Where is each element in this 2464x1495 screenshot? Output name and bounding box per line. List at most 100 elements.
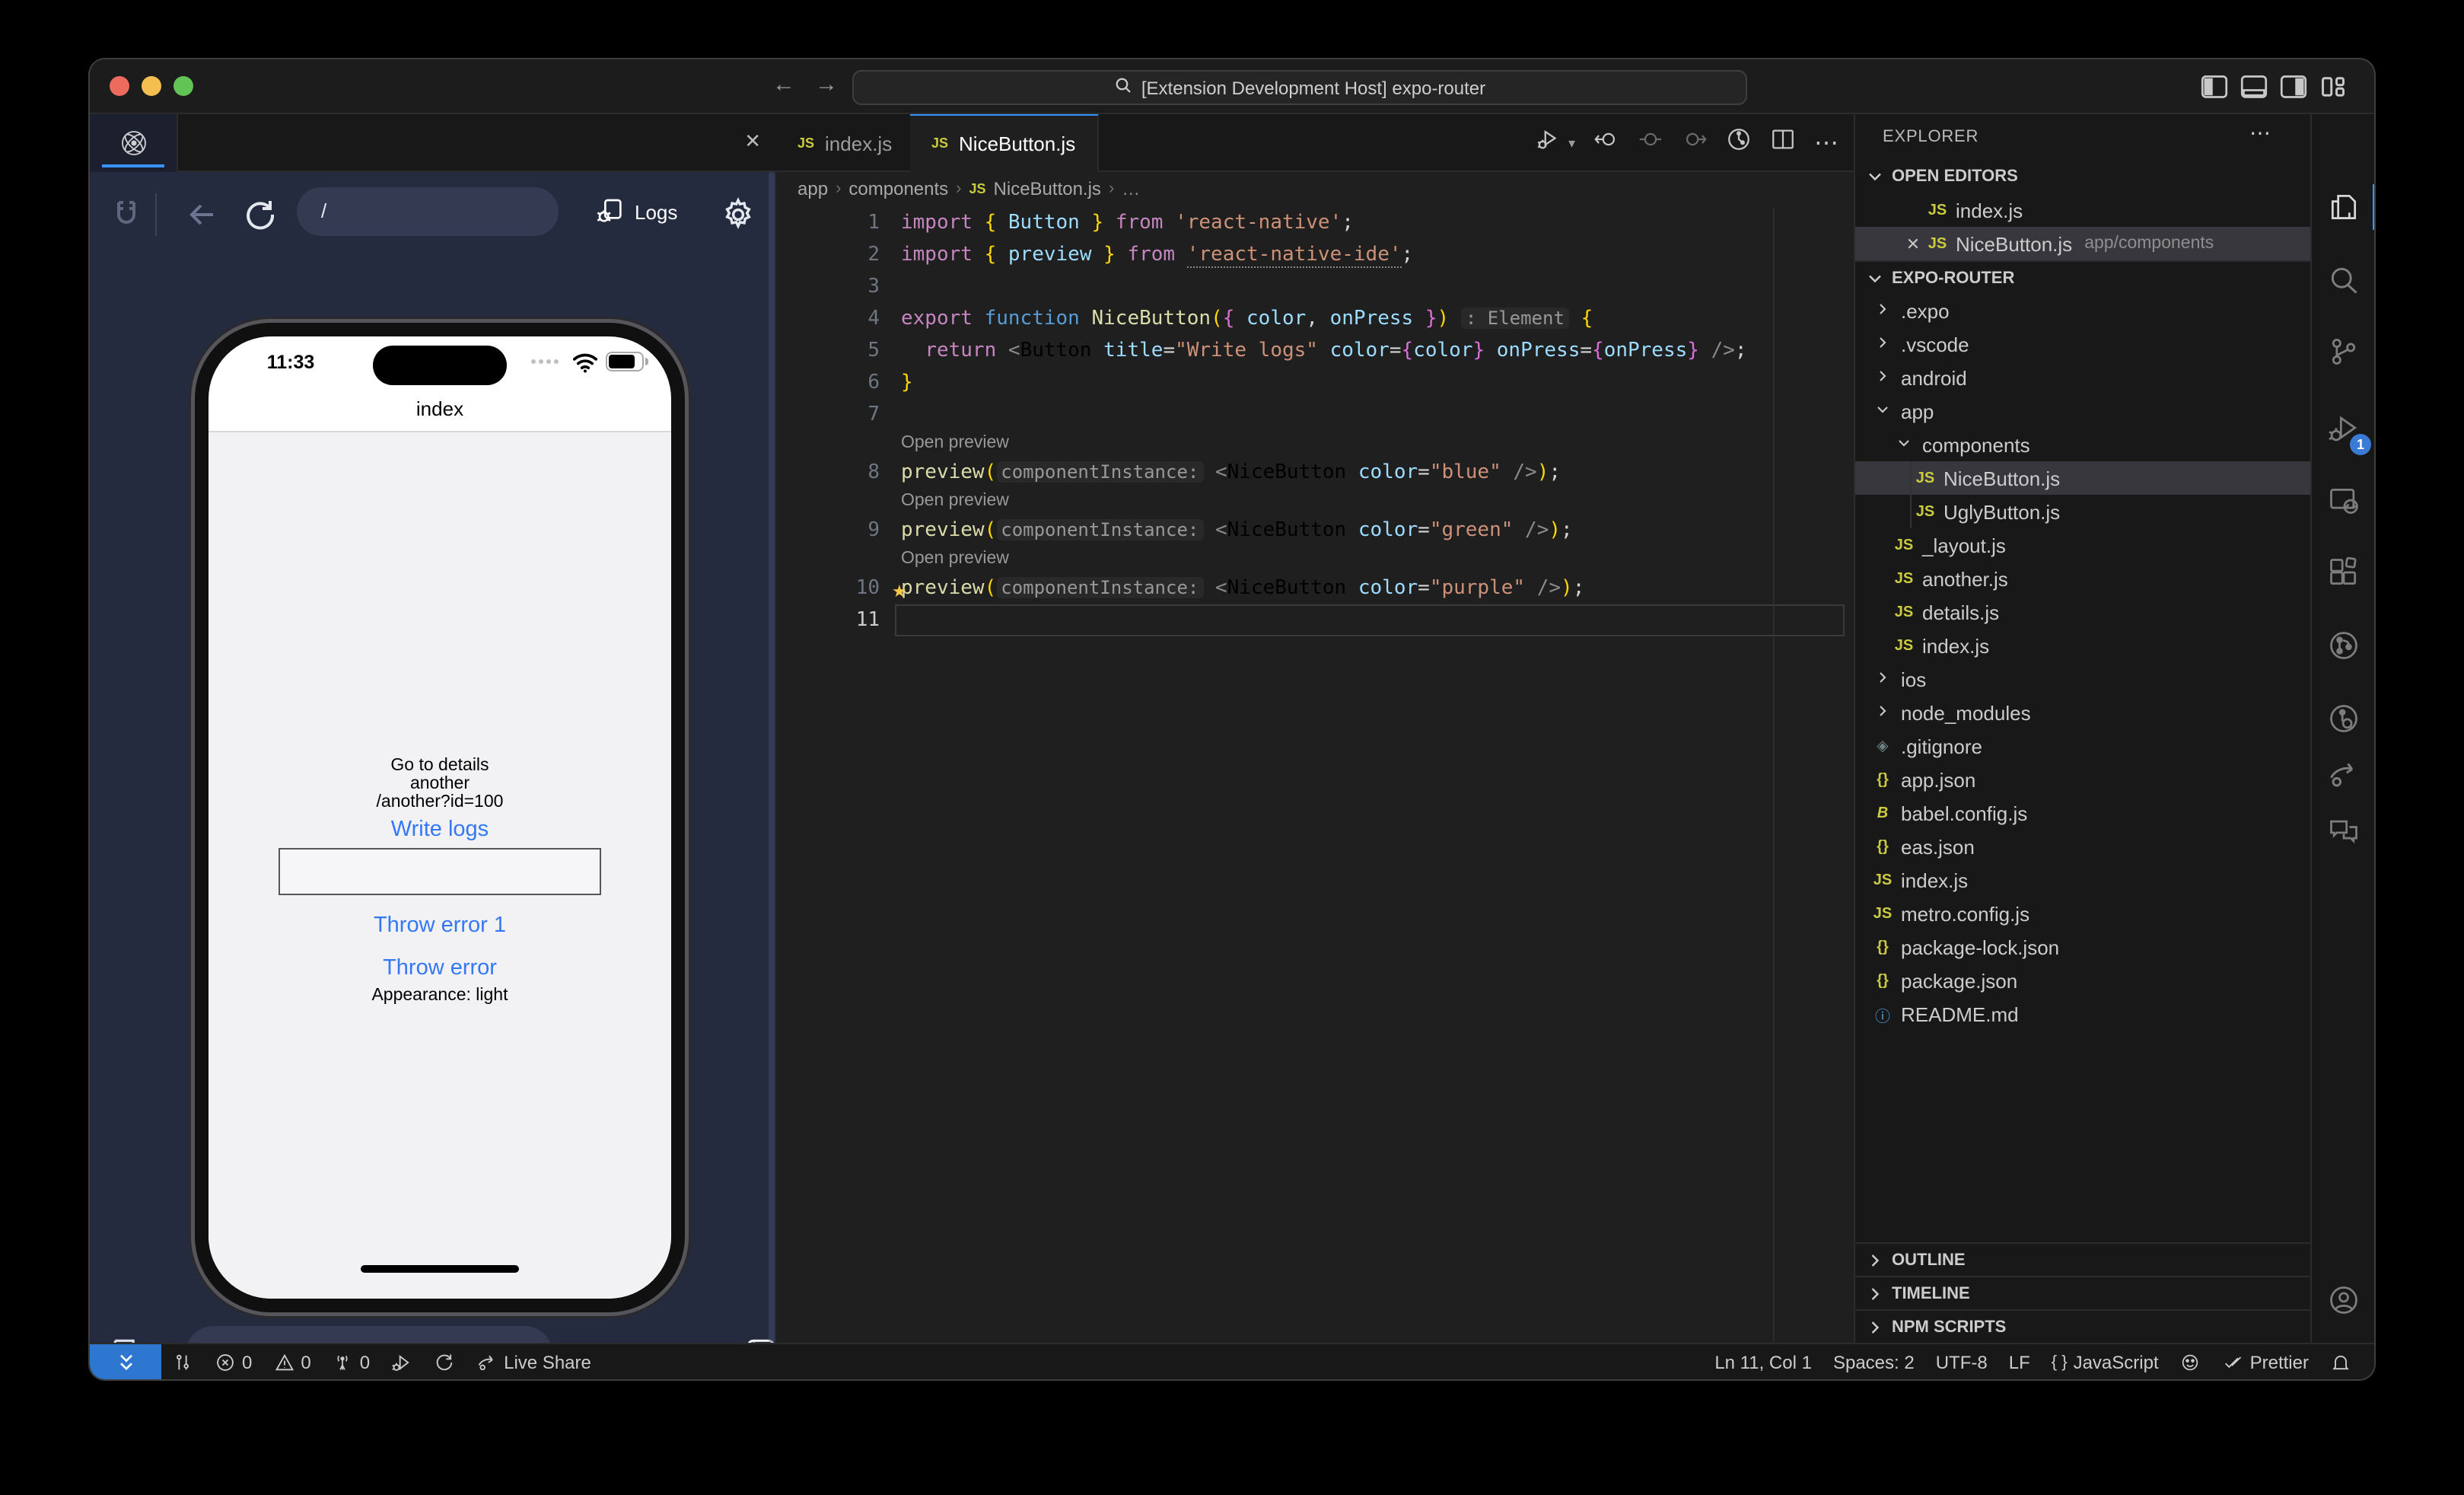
code-line-4[interactable]: 4export function NiceButton({ color, onP… bbox=[776, 303, 1854, 335]
history-forward-button[interactable]: → bbox=[811, 72, 842, 97]
toggle-secondary-sidebar-icon[interactable] bbox=[2280, 73, 2307, 100]
logs-button[interactable]: Logs bbox=[595, 187, 677, 236]
code-line-10[interactable]: 10★preview(componentInstance: <NiceButto… bbox=[776, 572, 1854, 604]
github-pr-icon[interactable] bbox=[2312, 620, 2374, 671]
tree-item-index.js[interactable]: JSindex.js bbox=[1855, 629, 2310, 662]
code-line-1[interactable]: 1import { Button } from 'react-native'; bbox=[776, 207, 1854, 239]
tree-item-babel.config.js[interactable]: Bbabel.config.js bbox=[1855, 796, 2310, 830]
history-back-button[interactable]: ← bbox=[769, 72, 799, 97]
tree-item-app[interactable]: app bbox=[1855, 394, 2310, 428]
gitlens-icon[interactable] bbox=[2312, 693, 2374, 744]
tree-item-ios[interactable]: ios bbox=[1855, 662, 2310, 696]
statusbar-share[interactable]: Live Share bbox=[466, 1344, 602, 1379]
tree-item-UglyButton.js[interactable]: JSUglyButton.js bbox=[1855, 495, 2310, 528]
url-bar[interactable]: / bbox=[297, 187, 559, 236]
close-panel-icon[interactable]: ✕ bbox=[744, 129, 761, 154]
toggle-panel-icon[interactable] bbox=[2240, 73, 2268, 100]
search-icon[interactable] bbox=[2312, 254, 2374, 306]
statusbar-debug[interactable] bbox=[380, 1344, 423, 1379]
statusbar-spaces-2[interactable]: Spaces: 2 bbox=[1823, 1344, 1925, 1379]
statusbar-sync[interactable] bbox=[423, 1344, 466, 1379]
nav-current-edit-icon[interactable] bbox=[1638, 126, 1663, 160]
tree-item-details.js[interactable]: JSdetails.js bbox=[1855, 595, 2310, 629]
tree-item-index.js[interactable]: JSindex.js bbox=[1855, 863, 2310, 897]
minimize-window-button[interactable] bbox=[142, 76, 161, 96]
extensions-icon[interactable] bbox=[2312, 547, 2374, 598]
close-icon[interactable]: ✕ bbox=[1901, 234, 1925, 253]
code-line-3[interactable]: 3 bbox=[776, 271, 1854, 303]
chevron-down-icon[interactable]: ▾ bbox=[1568, 135, 1575, 151]
tree-item-components[interactable]: components bbox=[1855, 428, 2310, 461]
tree-item-.gitignore[interactable]: ◈.gitignore bbox=[1855, 729, 2310, 763]
code-line-11[interactable]: 11 bbox=[776, 604, 1854, 636]
nav-forward-edit-icon[interactable] bbox=[1682, 126, 1708, 160]
tree-item-.vscode[interactable]: .vscode bbox=[1855, 327, 2310, 361]
live-share-icon[interactable] bbox=[2312, 749, 2374, 801]
statusbar-error[interactable]: 0 bbox=[204, 1344, 263, 1379]
code-lens-open-preview[interactable]: Open preview bbox=[776, 489, 1854, 515]
account-icon[interactable] bbox=[2312, 1274, 2374, 1326]
more-actions-icon[interactable]: ⋯ bbox=[1814, 128, 1838, 158]
statusbar-bell[interactable] bbox=[2319, 1344, 2362, 1379]
open-editor-NiceButton.js[interactable]: ✕JSNiceButton.jsapp/components bbox=[1855, 227, 2310, 260]
statusbar-ln-11-col-1[interactable]: Ln 11, Col 1 bbox=[1704, 1344, 1823, 1379]
tree-item-eas.json[interactable]: {}eas.json bbox=[1855, 830, 2310, 863]
file-history-icon[interactable] bbox=[1726, 126, 1752, 160]
code-area[interactable]: 1import { Button } from 'react-native';2… bbox=[776, 207, 1854, 1343]
url-back-icon[interactable] bbox=[184, 196, 221, 233]
run-or-debug-icon[interactable] bbox=[1536, 126, 1562, 160]
radon-ide-tab[interactable] bbox=[90, 114, 178, 172]
link-another[interactable]: another bbox=[209, 775, 671, 793]
throw-error-1-button[interactable]: Throw error 1 bbox=[209, 913, 671, 938]
link-go-to-details[interactable]: Go to details bbox=[209, 757, 671, 775]
tree-item-package.json[interactable]: {}package.json bbox=[1855, 964, 2310, 997]
settings-gear-icon[interactable] bbox=[720, 196, 756, 233]
tree-item-README.md[interactable]: ⓘREADME.md bbox=[1855, 997, 2310, 1031]
statusbar-tune[interactable] bbox=[161, 1344, 204, 1379]
close-window-button[interactable] bbox=[110, 76, 129, 96]
nav-back-edit-icon[interactable] bbox=[1593, 126, 1619, 160]
remote-indicator[interactable] bbox=[90, 1344, 161, 1379]
throw-error-button[interactable]: Throw error bbox=[209, 956, 671, 980]
tree-item-another.js[interactable]: JSanother.js bbox=[1855, 562, 2310, 595]
toggle-primary-sidebar-icon[interactable] bbox=[2201, 73, 2228, 100]
tree-item-app.json[interactable]: {}app.json bbox=[1855, 763, 2310, 796]
statusbar-smiley[interactable] bbox=[2170, 1344, 2212, 1379]
debug-icon[interactable]: 1 bbox=[2312, 402, 2374, 454]
tree-item-metro.config.js[interactable]: JSmetro.config.js bbox=[1855, 897, 2310, 930]
panel-scrollbar[interactable] bbox=[769, 172, 775, 1343]
reload-icon[interactable] bbox=[242, 196, 279, 233]
code-line-8[interactable]: 8preview(componentInstance: <NiceButton … bbox=[776, 457, 1854, 489]
code-line-6[interactable]: 6} bbox=[776, 367, 1854, 399]
code-line-7[interactable]: 7 bbox=[776, 399, 1854, 431]
tree-item-android[interactable]: android bbox=[1855, 361, 2310, 394]
code-lens-open-preview[interactable]: Open preview bbox=[776, 547, 1854, 572]
statusbar-utf-8[interactable]: UTF-8 bbox=[1925, 1344, 1998, 1379]
tree-item-.expo[interactable]: .expo bbox=[1855, 294, 2310, 327]
split-editor-icon[interactable] bbox=[1770, 126, 1796, 160]
link-another-id[interactable]: /another?id=100 bbox=[209, 793, 671, 811]
section-outline[interactable]: OUTLINE bbox=[1855, 1242, 2310, 1276]
statusbar-tower[interactable]: 0 bbox=[322, 1344, 380, 1379]
source-control-icon[interactable] bbox=[2312, 326, 2374, 378]
code-line-9[interactable]: 9preview(componentInstance: <NiceButton … bbox=[776, 515, 1854, 547]
code-line-5[interactable]: 5 return <Button title="Write logs" colo… bbox=[776, 335, 1854, 367]
comments-icon[interactable] bbox=[2312, 805, 2374, 857]
text-input[interactable] bbox=[279, 848, 601, 895]
section-timeline[interactable]: TIMELINE bbox=[1855, 1276, 2310, 1309]
open-editors-header[interactable]: OPEN EDITORS bbox=[1855, 160, 2310, 193]
statusbar-braces[interactable]: { }JavaScript bbox=[2041, 1344, 2170, 1379]
files-icon[interactable] bbox=[2312, 181, 2374, 233]
statusbar-lf[interactable]: LF bbox=[1998, 1344, 2041, 1379]
section-npm-scripts[interactable]: NPM SCRIPTS bbox=[1855, 1309, 2310, 1343]
tab-nicebutton-js[interactable]: JS NiceButton.js bbox=[910, 114, 1098, 172]
statusbar-warning[interactable]: 0 bbox=[263, 1344, 321, 1379]
breadcrumb[interactable]: app› components› JS NiceButton.js› … bbox=[776, 172, 1854, 206]
command-center-search[interactable]: [Extension Development Host] expo-router bbox=[852, 70, 1747, 105]
tree-item-NiceButton.js[interactable]: JSNiceButton.js bbox=[1855, 461, 2310, 495]
tree-item-package-lock.json[interactable]: {}package-lock.json bbox=[1855, 930, 2310, 964]
project-root-header[interactable]: EXPO-ROUTER bbox=[1855, 260, 2310, 294]
remote-explorer-icon[interactable] bbox=[2312, 475, 2374, 527]
tree-item-node_modules[interactable]: node_modules bbox=[1855, 696, 2310, 729]
statusbar-check[interactable]: Prettier bbox=[2212, 1344, 2319, 1379]
